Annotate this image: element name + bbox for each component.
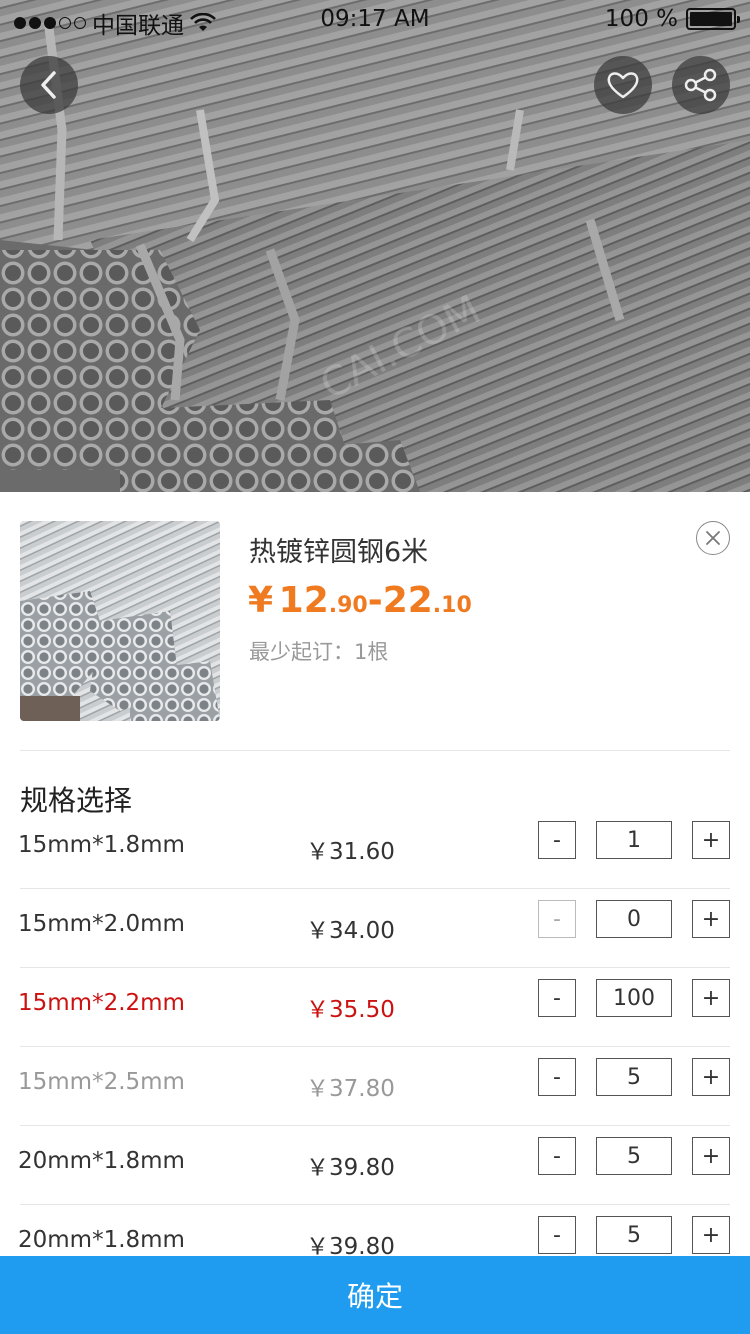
spec-price-label: ￥31.60 bbox=[306, 839, 395, 865]
status-bar-right: 100 % bbox=[604, 6, 740, 32]
back-button[interactable] bbox=[20, 56, 78, 114]
spec-price-label: ￥34.00 bbox=[306, 918, 395, 944]
product-thumbnail bbox=[20, 521, 220, 721]
spec-price-label: ￥39.80 bbox=[306, 1155, 395, 1181]
quantity-input[interactable]: 5 bbox=[596, 1058, 672, 1096]
spec-list: 15mm*1.8mm ￥31.60-1 +15mm*2.0mm ￥34.00-0 +15… bbox=[0, 810, 750, 1257]
quantity-increment-button[interactable]: + bbox=[692, 1058, 730, 1096]
spec-size-label: 20mm*1.8mm bbox=[18, 1227, 185, 1253]
share-button[interactable] bbox=[672, 56, 730, 114]
product-price-range: ¥ 12.90-22.10 bbox=[248, 580, 472, 621]
close-button[interactable] bbox=[696, 521, 730, 555]
quantity-decrement-button[interactable]: - bbox=[538, 1216, 576, 1254]
spec-size-label: 15mm*2.2mm bbox=[18, 990, 185, 1016]
quantity-decrement-button[interactable]: - bbox=[538, 1058, 576, 1096]
price-low-decimal: .90 bbox=[328, 593, 368, 618]
minimum-order-quantity: 最少起订：1根 bbox=[249, 640, 389, 664]
quantity-input[interactable]: 1 bbox=[596, 821, 672, 859]
favorite-button[interactable] bbox=[594, 56, 652, 114]
price-currency: ¥ bbox=[248, 580, 274, 621]
spec-row[interactable]: 20mm*1.8mm ￥39.80 -5 + bbox=[0, 1126, 750, 1205]
product-hero-image: CAI.COM 中国联通 09:17 AM 100 % bbox=[0, 0, 750, 492]
price-high-integer: 22 bbox=[382, 580, 433, 621]
battery-percent: 100 % bbox=[604, 6, 678, 32]
quantity-decrement-button[interactable]: - bbox=[538, 821, 576, 859]
price-high-decimal: .10 bbox=[432, 593, 472, 618]
spec-size-label: 20mm*1.8mm bbox=[18, 1148, 185, 1174]
quantity-decrement-button[interactable]: - bbox=[538, 979, 576, 1017]
chevron-left-icon bbox=[41, 71, 56, 99]
spec-price-label: ￥35.50 bbox=[306, 997, 395, 1023]
price-low-integer: 12 bbox=[278, 580, 329, 621]
spec-price-label: ￥39.80 bbox=[306, 1234, 395, 1257]
battery-icon bbox=[686, 8, 740, 30]
quantity-increment-button[interactable]: + bbox=[692, 821, 730, 859]
quantity-increment-button[interactable]: + bbox=[692, 979, 730, 1017]
share-icon bbox=[684, 68, 717, 102]
spec-size-label: 15mm*2.0mm bbox=[18, 911, 185, 937]
quantity-increment-button[interactable]: + bbox=[692, 1137, 730, 1175]
quantity-increment-button[interactable]: + bbox=[692, 1216, 730, 1254]
spec-row[interactable]: 15mm*2.5mm ￥37.80 -5 + bbox=[0, 1047, 750, 1126]
product-thumbnail-image bbox=[20, 521, 220, 721]
spec-row[interactable]: 20mm*1.8mm ￥39.80 -5 + bbox=[0, 1205, 750, 1257]
divider bbox=[20, 750, 730, 751]
quantity-input[interactable]: 5 bbox=[596, 1137, 672, 1175]
heart-icon bbox=[607, 72, 639, 99]
quantity-input[interactable]: 0 bbox=[596, 900, 672, 938]
price-dash: - bbox=[367, 580, 383, 621]
confirm-button[interactable]: 确定 bbox=[0, 1256, 750, 1334]
spec-price-label: ￥37.80 bbox=[306, 1076, 395, 1102]
quantity-input[interactable]: 100 bbox=[596, 979, 672, 1017]
spec-size-label: 15mm*1.8mm bbox=[18, 832, 185, 858]
quantity-decrement-button[interactable]: - bbox=[538, 900, 576, 938]
status-bar: 中国联通 09:17 AM 100 % bbox=[0, 0, 750, 40]
product-title: 热镀锌圆钢6米 bbox=[249, 537, 429, 568]
spec-selection-sheet: 热镀锌圆钢6米 ¥ 12.90-22.10 最少起订：1根 规格选择 15mm*… bbox=[0, 492, 750, 1334]
spec-row[interactable]: 15mm*2.0mm ￥34.00 -0 + bbox=[0, 889, 750, 968]
close-icon bbox=[706, 531, 720, 545]
quantity-decrement-button[interactable]: - bbox=[538, 1137, 576, 1175]
spec-row[interactable]: 15mm*2.2mm ￥35.50 -100 + bbox=[0, 968, 750, 1047]
spec-row[interactable]: 15mm*1.8mm ￥31.60 -1 + bbox=[0, 810, 750, 889]
quantity-increment-button[interactable]: + bbox=[692, 900, 730, 938]
spec-size-label: 15mm*2.5mm bbox=[18, 1069, 185, 1095]
quantity-input[interactable]: 5 bbox=[596, 1216, 672, 1254]
